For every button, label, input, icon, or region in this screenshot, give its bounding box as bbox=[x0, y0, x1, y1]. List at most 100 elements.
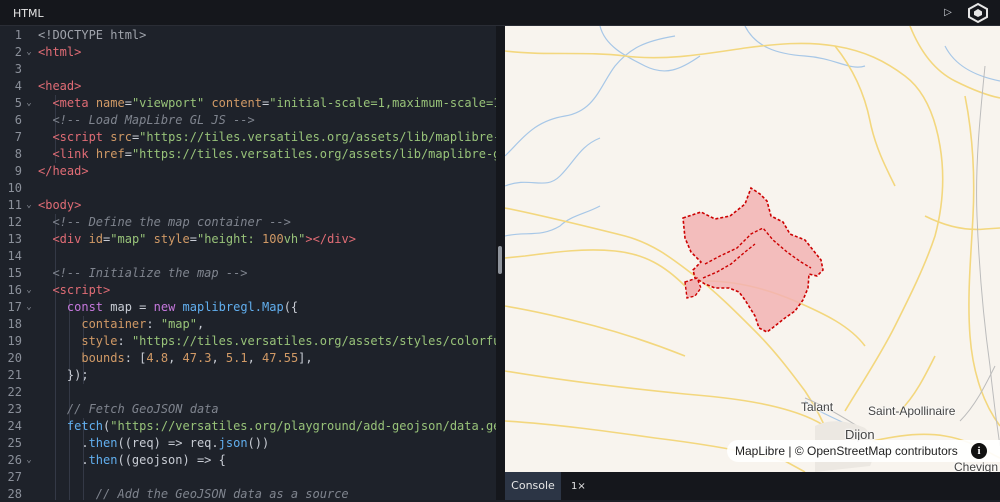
code-token: <link bbox=[52, 147, 96, 161]
code-token: "https://versatiles.org/playground/add-g… bbox=[110, 419, 496, 433]
console-message-count: 1× bbox=[571, 481, 586, 492]
info-icon[interactable]: i bbox=[971, 443, 987, 459]
code-token: style bbox=[81, 334, 118, 348]
code-token: const bbox=[66, 300, 111, 314]
code-line[interactable]: // Add the GeoJSON data as a source bbox=[38, 486, 349, 500]
code-line[interactable]: <script> bbox=[38, 282, 110, 299]
line-number: 18 bbox=[7, 317, 22, 331]
line-number: 6 bbox=[14, 113, 22, 127]
code-line[interactable]: <!-- Load MapLibre GL JS --> bbox=[38, 112, 255, 129]
code-line[interactable]: .then((geojson) => { bbox=[38, 452, 226, 469]
code-token: // Add the GeoJSON data as a source bbox=[95, 487, 349, 500]
code-editor[interactable]: 1 2 ⌄ 3 4 5 ⌄ 6 7 8 9 10 11 ⌄ 12 13 14 15 16 ⌄ 17 ⌄ 18 19 20 21 22… bbox=[0, 26, 496, 500]
console-bar: Console 1× bbox=[505, 472, 1000, 500]
code-line[interactable]: <!DOCTYPE html> bbox=[38, 27, 146, 44]
map-preview[interactable]: Talant Saint-Apollinaire Dijon Chevign M… bbox=[505, 26, 1000, 472]
tab-html[interactable]: HTML bbox=[0, 0, 57, 26]
map-attribution: MapLibre | © OpenStreetMap contributors … bbox=[727, 440, 1000, 462]
code-token: 100 bbox=[262, 232, 284, 246]
geojson-polygon[interactable] bbox=[682, 186, 824, 333]
code-token: <!-- Load MapLibre GL JS --> bbox=[52, 113, 255, 127]
code-line[interactable]: <script src="https://tiles.versatiles.or… bbox=[38, 129, 496, 146]
code-line[interactable]: fetch("https://versatiles.org/playground… bbox=[38, 418, 496, 435]
code-line[interactable]: // Fetch GeoJSON data bbox=[38, 401, 219, 418]
code-token: : bbox=[146, 317, 161, 331]
code-token: 47.55 bbox=[262, 351, 299, 365]
fold-chevron-icon[interactable]: ⌄ bbox=[24, 299, 34, 316]
code-token: </head> bbox=[38, 164, 89, 178]
code-token: then bbox=[88, 453, 118, 467]
code-token: name bbox=[95, 96, 125, 110]
code-token: }); bbox=[38, 368, 89, 382]
code-token: "height: bbox=[196, 232, 263, 246]
line-number: 15 bbox=[7, 266, 22, 280]
code-token: 47.3 bbox=[182, 351, 212, 365]
line-number: 14 bbox=[7, 249, 22, 263]
attribution-text[interactable]: MapLibre | © OpenStreetMap contributors bbox=[735, 444, 958, 458]
fold-chevron-icon[interactable]: ⌄ bbox=[24, 197, 34, 214]
line-number: 20 bbox=[7, 351, 22, 365]
code-token: container bbox=[81, 317, 147, 331]
code-token: <head> bbox=[38, 79, 82, 93]
fold-chevron-icon[interactable]: ⌄ bbox=[24, 95, 34, 112]
code-line[interactable]: style: "https://tiles.versatiles.org/ass… bbox=[38, 333, 496, 350]
code-line[interactable]: <div id="map" style="height: 100vh"></di… bbox=[38, 231, 356, 248]
code-line[interactable]: <html> bbox=[38, 44, 81, 61]
code-token: ((req) => req. bbox=[117, 436, 219, 450]
code-token: id bbox=[88, 232, 104, 246]
code-token: "map" bbox=[110, 232, 147, 246]
code-line[interactable]: const map = new maplibregl.Map({ bbox=[38, 299, 298, 316]
code-line[interactable]: </head> bbox=[38, 163, 89, 180]
drag-handle[interactable] bbox=[498, 246, 502, 274]
code-token: <!-- Define the map container --> bbox=[52, 215, 291, 229]
code-token: . bbox=[38, 453, 89, 467]
code-token: "map" bbox=[160, 317, 197, 331]
code-token: map = bbox=[110, 300, 154, 314]
play-icon[interactable]: ▷ bbox=[940, 5, 956, 21]
code-line[interactable]: container: "map", bbox=[38, 316, 204, 333]
code-line[interactable]: <head> bbox=[38, 78, 81, 95]
fold-chevron-icon[interactable]: ⌄ bbox=[24, 282, 34, 299]
code-token: href bbox=[95, 147, 125, 161]
code-token: ()) bbox=[247, 436, 270, 450]
line-number: 28 bbox=[7, 487, 22, 500]
code-line[interactable]: <!-- Define the map container --> bbox=[38, 214, 291, 231]
code-line[interactable]: <body> bbox=[38, 197, 81, 214]
line-number: 16 bbox=[7, 283, 22, 297]
code-token: = bbox=[124, 147, 132, 161]
code-token: new bbox=[153, 300, 183, 314]
code-line[interactable]: }); bbox=[38, 367, 89, 384]
code-line[interactable]: <meta name="viewport" content="initial-s… bbox=[38, 95, 496, 112]
code-token: <html> bbox=[38, 45, 82, 59]
code-token: vh" bbox=[283, 232, 306, 246]
fold-chevron-icon[interactable]: ⌄ bbox=[24, 44, 34, 61]
code-token: : [ bbox=[124, 351, 147, 365]
line-number: 26 bbox=[7, 453, 22, 467]
code-line[interactable]: .then((req) => req.json()) bbox=[38, 435, 269, 452]
line-number: 12 bbox=[7, 215, 22, 229]
code-token: = bbox=[189, 232, 197, 246]
tab-console[interactable]: Console bbox=[505, 472, 561, 500]
fold-chevron-icon[interactable]: ⌄ bbox=[24, 452, 34, 469]
line-number: 21 bbox=[7, 368, 22, 382]
line-number: 25 bbox=[7, 436, 22, 450]
code-token: , bbox=[168, 351, 183, 365]
code-token: 4.8 bbox=[146, 351, 169, 365]
code-line[interactable]: <link href="https://tiles.versatiles.org… bbox=[38, 146, 496, 163]
code-line[interactable]: bounds: [4.8, 47.3, 5.1, 47.55], bbox=[38, 350, 312, 367]
code-token: // Fetch GeoJSON data bbox=[66, 402, 219, 416]
code-token: = bbox=[124, 96, 132, 110]
code-token: , bbox=[196, 317, 205, 331]
line-number: 27 bbox=[7, 470, 22, 484]
versatiles-logo-icon[interactable] bbox=[966, 2, 990, 24]
code-line[interactable]: <!-- Initialize the map --> bbox=[38, 265, 247, 282]
